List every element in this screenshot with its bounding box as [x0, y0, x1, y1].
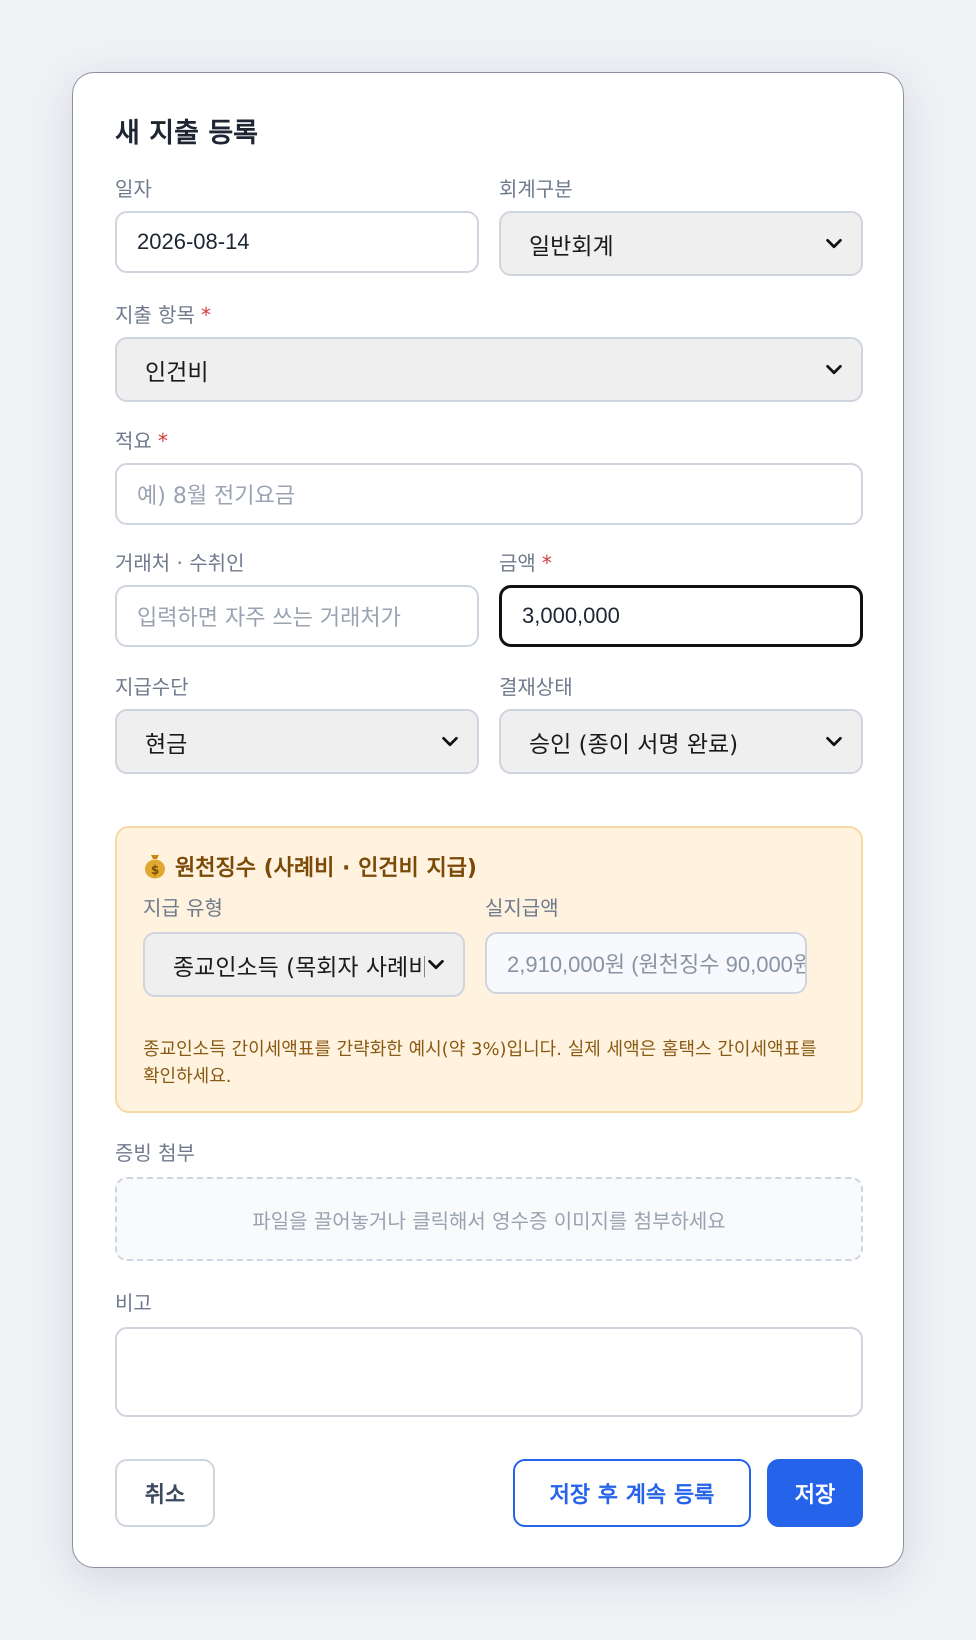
date-input[interactable]: 2026-08-14 — [115, 211, 479, 273]
withholding-title: $ 원천징수 (사례비 · 인건비 지급) — [143, 850, 477, 882]
net-amount-value: 2,910,000원 (원천징수 90,000원) — [507, 952, 807, 977]
required-mark: * — [200, 303, 211, 327]
expense-dialog: 새 지출 등록 일자 2026-08-14 회계구분 일반회계 지출 항목 * 인… — [72, 72, 904, 1568]
cancel-button[interactable]: 취소 — [115, 1459, 215, 1527]
required-mark: * — [157, 429, 168, 453]
withholding-panel: $ 원천징수 (사례비 · 인건비 지급) 지급 유형 종교인소득 (목회자 사… — [115, 826, 863, 1113]
vendor-label: 거래처 · 수취인 — [115, 551, 245, 575]
date-value: 2026-08-14 — [137, 229, 250, 254]
chevron-down-icon — [442, 736, 458, 746]
payment-method-value: 현금 — [145, 731, 188, 758]
svg-text:$: $ — [151, 863, 159, 877]
payment-type-label: 지급 유형 — [143, 896, 223, 920]
payment-method-select[interactable]: 현금 — [115, 709, 479, 774]
amount-label: 금액 * — [499, 551, 552, 575]
vendor-placeholder: 입력하면 자주 쓰는 거래처가 — [137, 606, 401, 631]
memo-label: 비고 — [115, 1291, 152, 1315]
chevron-down-icon — [826, 736, 842, 746]
expense-item-value: 인건비 — [145, 359, 209, 386]
required-mark: * — [541, 551, 552, 575]
expense-item-select[interactable]: 인건비 — [115, 337, 863, 402]
approval-status-label: 결재상태 — [499, 675, 573, 699]
dropzone-text: 파일을 끌어놓거나 클릭해서 영수증 이미지를 첨부하세요 — [252, 1208, 726, 1233]
net-amount-field: 2,910,000원 (원천징수 90,000원) — [485, 932, 807, 994]
account-type-value: 일반회계 — [529, 233, 614, 260]
vendor-input[interactable]: 입력하면 자주 쓰는 거래처가 — [115, 585, 479, 647]
payment-type-value: 종교인소득 (목회자 사례비) — [173, 954, 425, 981]
memo-textarea[interactable] — [115, 1327, 863, 1417]
attachment-label: 증빙 첨부 — [115, 1141, 195, 1165]
save-continue-button[interactable]: 저장 후 계속 등록 — [513, 1459, 751, 1527]
account-type-select[interactable]: 일반회계 — [499, 211, 863, 276]
withholding-note: 종교인소득 간이세액표를 간략화한 예시(약 3%)입니다. 실제 세액은 홈택… — [143, 1039, 817, 1087]
chevron-down-icon — [826, 364, 842, 374]
expense-item-label: 지출 항목 * — [115, 303, 211, 327]
save-button[interactable]: 저장 — [767, 1459, 863, 1527]
money-bag-icon: $ — [145, 855, 165, 879]
approval-status-select[interactable]: 승인 (종이 서명 완료) — [499, 709, 863, 774]
amount-input[interactable]: 3,000,000 — [499, 585, 863, 647]
description-placeholder: 예) 8월 전기요금 — [137, 484, 296, 509]
attachment-dropzone[interactable]: 파일을 끌어놓거나 클릭해서 영수증 이미지를 첨부하세요 — [115, 1177, 863, 1261]
description-input[interactable]: 예) 8월 전기요금 — [115, 463, 863, 525]
date-label: 일자 — [115, 177, 152, 201]
amount-value: 3,000,000 — [522, 603, 620, 628]
approval-status-value: 승인 (종이 서명 완료) — [529, 731, 739, 758]
account-type-label: 회계구분 — [499, 177, 573, 201]
chevron-down-icon — [428, 959, 444, 969]
payment-method-label: 지급수단 — [115, 675, 189, 699]
chevron-down-icon — [826, 238, 842, 248]
description-label: 적요 * — [115, 429, 168, 453]
dialog-title: 새 지출 등록 — [115, 118, 258, 149]
net-amount-label: 실지급액 — [485, 896, 559, 920]
payment-type-select[interactable]: 종교인소득 (목회자 사례비) — [143, 932, 465, 997]
